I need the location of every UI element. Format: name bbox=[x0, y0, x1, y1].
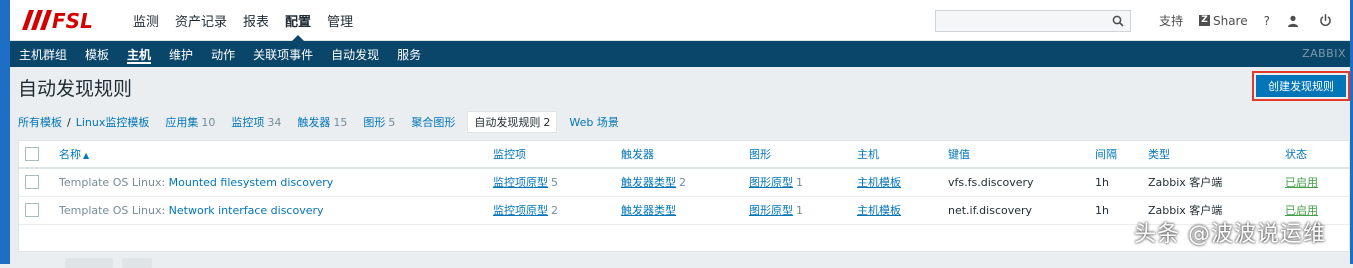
brand-label: ZABBIX bbox=[1302, 47, 1346, 60]
top-nav-reports[interactable]: 报表 bbox=[235, 0, 277, 41]
sub-nav-hosts[interactable]: 主机 bbox=[118, 41, 160, 67]
row-template-prefix[interactable]: Template OS Linux: bbox=[59, 176, 165, 189]
tab-discovery-rules[interactable]: 自动发现规则 2 bbox=[467, 111, 558, 133]
zabbix-logo[interactable]: FSL bbox=[10, 0, 115, 41]
tab-graphs[interactable]: 图形 5 bbox=[363, 114, 395, 130]
row-rule-name[interactable]: Mounted filesystem discovery bbox=[169, 176, 334, 189]
row-graph-prototypes-link[interactable]: 图形原型 bbox=[749, 176, 793, 189]
sub-nav-templates[interactable]: 模板 bbox=[76, 41, 118, 67]
breadcrumb: 所有模板 / Linux监控模板 应用集 10 监控项 34 触发器 15 图形 5 聚… bbox=[10, 107, 1350, 137]
row-type: Zabbix 客户端 bbox=[1144, 168, 1281, 197]
row-checkbox[interactable] bbox=[25, 175, 39, 190]
page-title: 自动发现规则 bbox=[18, 77, 133, 100]
row-host-prototypes-link[interactable]: 主机模板 bbox=[857, 176, 901, 189]
table-header-row: 名称 ▲ 监控项 触发器 图形 主机 键值 间隔 类型 状态 bbox=[19, 141, 1349, 169]
support-link[interactable]: 支持 bbox=[1159, 12, 1183, 29]
footer-control[interactable] bbox=[122, 258, 152, 268]
sub-nav: 主机群组 模板 主机 维护 动作 关联项事件 自动发现 服务 ZABBIX bbox=[10, 41, 1350, 67]
top-nav-administration[interactable]: 管理 bbox=[319, 0, 361, 41]
sub-nav-discovery[interactable]: 自动发现 bbox=[322, 41, 388, 67]
sub-nav-maintenance[interactable]: 维护 bbox=[160, 41, 202, 67]
sub-nav-event-correlation[interactable]: 关联项事件 bbox=[244, 41, 322, 67]
top-right-tools: 支持 Z Share ? bbox=[934, 0, 1350, 41]
column-hosts: 主机 bbox=[853, 141, 944, 169]
search-icon[interactable] bbox=[1112, 15, 1124, 27]
search-input[interactable] bbox=[935, 11, 1130, 32]
table-row: Template OS Linux: Mounted filesystem di… bbox=[19, 168, 1349, 197]
column-type[interactable]: 类型 bbox=[1144, 141, 1281, 169]
row-interval: 1h bbox=[1091, 168, 1144, 197]
top-nav-inventory[interactable]: 资产记录 bbox=[167, 0, 235, 41]
help-link[interactable]: ? bbox=[1264, 14, 1270, 28]
row-status-toggle[interactable]: 已启用 bbox=[1285, 176, 1318, 189]
breadcrumb-all-templates[interactable]: 所有模板 bbox=[18, 114, 62, 130]
share-label: Share bbox=[1212, 13, 1248, 28]
row-trigger-prototypes-link[interactable]: 触发器类型 bbox=[621, 176, 676, 189]
user-profile-icon[interactable] bbox=[1286, 14, 1300, 28]
top-bar: FSL 监测 资产记录 报表 配置 管理 支持 Z Share ? bbox=[10, 0, 1350, 41]
row-key: vfs.fs.discovery bbox=[944, 168, 1091, 197]
footer-control[interactable] bbox=[65, 258, 113, 268]
select-all-cell bbox=[19, 141, 55, 169]
signout-icon[interactable] bbox=[1318, 14, 1332, 28]
tab-web-scenarios[interactable]: Web 场景 bbox=[569, 114, 618, 130]
top-nav: 监测 资产记录 报表 配置 管理 bbox=[125, 0, 361, 41]
search-box bbox=[934, 9, 1131, 32]
create-discovery-rule-button[interactable]: 创建发现规则 bbox=[1256, 75, 1346, 97]
select-all-checkbox[interactable] bbox=[25, 147, 39, 161]
row-item-prototypes-link[interactable]: 监控项原型 bbox=[493, 176, 548, 189]
page-header: 自动发现规则 创建发现规则 bbox=[10, 67, 1350, 107]
tab-items[interactable]: 监控项 34 bbox=[231, 114, 281, 130]
row-trigger-prototypes-link[interactable]: 触发器类型 bbox=[621, 204, 676, 217]
sub-nav-host-groups[interactable]: 主机群组 bbox=[10, 41, 76, 67]
share-badge: Z bbox=[1198, 15, 1210, 26]
column-interval[interactable]: 间隔 bbox=[1091, 141, 1144, 169]
watermark: 头条 @波波说运维 bbox=[1134, 222, 1326, 247]
column-triggers: 触发器 bbox=[617, 141, 745, 169]
column-graphs: 图形 bbox=[745, 141, 853, 169]
highlight-box: 创建发现规则 bbox=[1252, 71, 1350, 101]
tab-triggers[interactable]: 触发器 15 bbox=[297, 114, 347, 130]
row-template-prefix[interactable]: Template OS Linux: bbox=[59, 204, 165, 217]
svg-text:FSL: FSL bbox=[52, 9, 93, 32]
zabbix-app: FSL 监测 资产记录 报表 配置 管理 支持 Z Share ? 主机群组 模… bbox=[10, 0, 1350, 268]
row-graph-prototypes-link[interactable]: 图形原型 bbox=[749, 204, 793, 217]
breadcrumb-separator: / bbox=[67, 115, 71, 129]
column-key[interactable]: 键值 bbox=[944, 141, 1091, 169]
top-nav-configuration[interactable]: 配置 bbox=[277, 0, 319, 41]
tab-applications[interactable]: 应用集 10 bbox=[165, 114, 215, 130]
sub-nav-actions[interactable]: 动作 bbox=[202, 41, 244, 67]
row-key: net.if.discovery bbox=[944, 196, 1091, 225]
zabbix-logo-graphic: FSL bbox=[22, 9, 93, 32]
window-frame-left bbox=[0, 0, 10, 264]
column-items: 监控项 bbox=[489, 141, 617, 169]
row-host-prototypes-link[interactable]: 主机模板 bbox=[857, 204, 901, 217]
sort-asc-icon: ▲ bbox=[83, 151, 90, 160]
row-checkbox[interactable] bbox=[25, 203, 39, 217]
sub-nav-services[interactable]: 服务 bbox=[388, 41, 430, 67]
bottom-strip bbox=[10, 252, 1350, 268]
tab-screens[interactable]: 聚合图形 bbox=[411, 114, 455, 130]
top-nav-monitoring[interactable]: 监测 bbox=[125, 0, 167, 41]
column-name[interactable]: 名称 ▲ bbox=[55, 141, 489, 169]
row-rule-name[interactable]: Network interface discovery bbox=[169, 204, 324, 217]
column-status[interactable]: 状态 bbox=[1281, 141, 1349, 169]
row-item-prototypes-link[interactable]: 监控项原型 bbox=[493, 204, 548, 217]
breadcrumb-template[interactable]: Linux监控模板 bbox=[76, 114, 150, 130]
share-link[interactable]: Z Share bbox=[1198, 13, 1248, 28]
